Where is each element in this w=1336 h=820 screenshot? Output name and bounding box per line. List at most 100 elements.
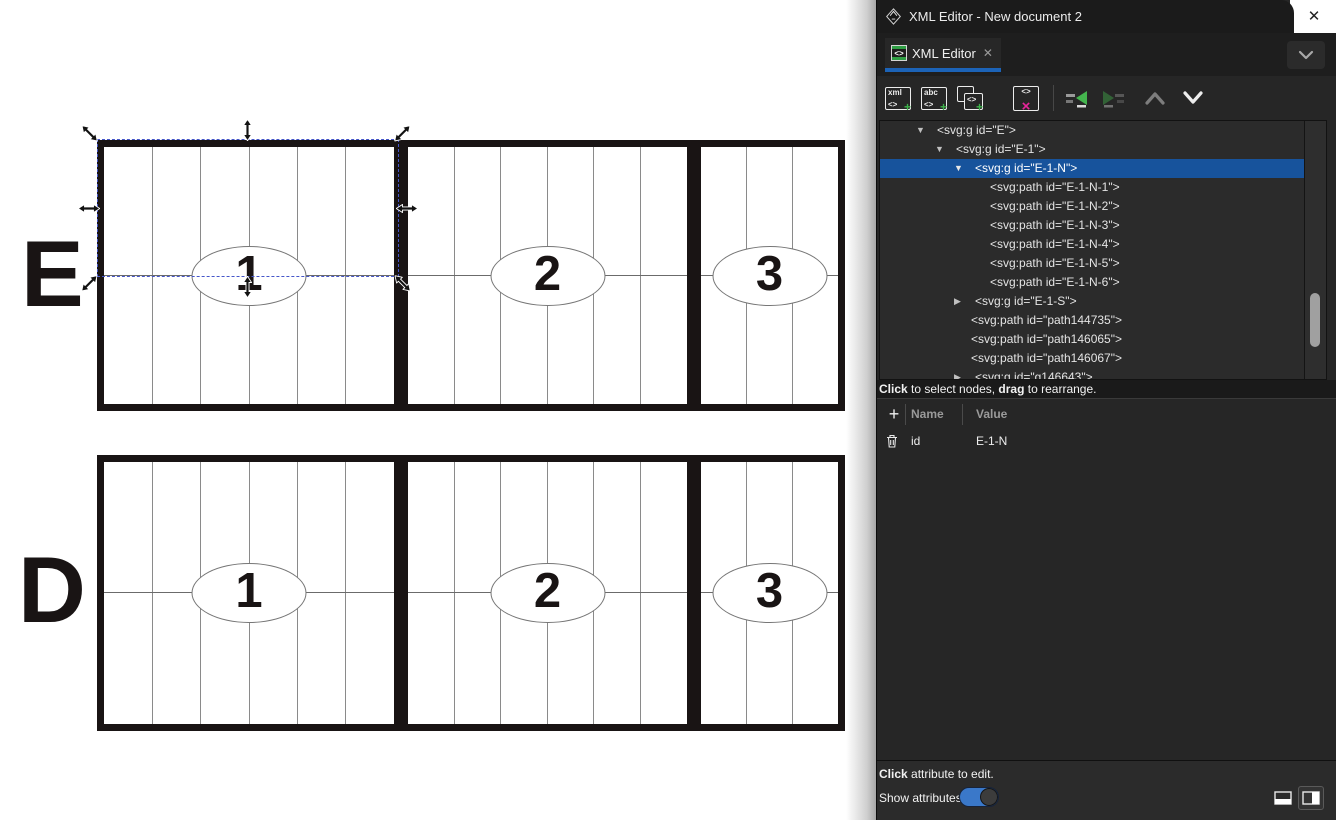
grid-rect-E-2[interactable]: 2: [401, 140, 694, 411]
drawing-canvas[interactable]: E123D123: [0, 0, 876, 820]
tab-label: XML Editor: [912, 46, 976, 61]
unindent-node-icon: [1065, 88, 1089, 108]
new-element-node-icon: xml <> +: [885, 87, 911, 110]
selection-dashed-outline: [97, 139, 399, 277]
attr-value-header: Value: [976, 407, 1007, 421]
xml-tree-row[interactable]: ▼<svg:g id="E-1">: [880, 140, 1306, 159]
indent-node-icon: [1101, 88, 1125, 108]
xml-node-label: <svg:path id="E-1-N-5">: [990, 254, 1120, 273]
expander-expanded-icon[interactable]: ▼: [935, 140, 956, 159]
new-text-node-icon: abc <> +: [921, 87, 947, 110]
tree-scrollbar-thumb[interactable]: [1310, 293, 1320, 347]
xml-toolbar: xml <> + abc <> + <> +: [877, 76, 1336, 120]
indent-node-button[interactable]: [1098, 83, 1128, 113]
canvas-row-label-D[interactable]: D: [18, 543, 86, 637]
number-ellipse[interactable]: 2: [490, 563, 605, 623]
unindent-node-button[interactable]: [1062, 83, 1092, 113]
expander-collapsed-icon[interactable]: ▶: [954, 368, 975, 380]
xml-node-label: <svg:path id="path146067">: [971, 349, 1122, 368]
layout-vertical-button[interactable]: [1298, 786, 1324, 810]
xml-tree-row[interactable]: <svg:path id="E-1-N-4">: [880, 235, 1306, 254]
xml-tree-row[interactable]: <svg:path id="path144735">: [880, 311, 1306, 330]
tree-scrollbar[interactable]: [1304, 121, 1326, 379]
expander-expanded-icon[interactable]: ▼: [916, 121, 937, 140]
xml-tree-row[interactable]: ▼<svg:g id="E">: [880, 121, 1306, 140]
tree-hint-text: Click to select nodes, drag to rearrange…: [877, 380, 1336, 399]
cell-number: 3: [756, 567, 783, 619]
duplicate-node-icon: <> +: [957, 86, 983, 110]
grid-rect-D-3[interactable]: 3: [694, 455, 845, 731]
canvas-row-label-E[interactable]: E: [21, 227, 84, 321]
xml-node-label: <svg:path id="E-1-N-1">: [990, 178, 1120, 197]
xml-node-label: <svg:path id="path144735">: [971, 311, 1122, 330]
xml-tree-row[interactable]: <svg:path id="E-1-N-3">: [880, 216, 1306, 235]
xml-tree-row[interactable]: <svg:path id="E-1-N-1">: [880, 178, 1306, 197]
number-ellipse[interactable]: 2: [490, 246, 605, 306]
column-line: [345, 462, 346, 724]
column-line: [454, 147, 455, 404]
number-ellipse[interactable]: 3: [712, 246, 827, 306]
tab-close-icon[interactable]: ✕: [983, 46, 993, 60]
new-element-node-button[interactable]: xml <> +: [883, 83, 913, 113]
xml-node-label: <svg:g id="g146643">: [975, 368, 1093, 380]
layout-switcher: [1268, 786, 1324, 810]
xml-tree-row[interactable]: <svg:path id="path146067">: [880, 349, 1306, 368]
selection-handle-right[interactable]: [396, 197, 418, 219]
add-attribute-button[interactable]: +: [883, 403, 905, 425]
column-line: [152, 462, 153, 724]
grid-rect-E-3[interactable]: 3: [694, 140, 845, 411]
number-ellipse[interactable]: 3: [712, 563, 827, 623]
xml-node-label: <svg:g id="E-1-S">: [975, 292, 1077, 311]
duplicate-node-button[interactable]: <> +: [955, 83, 985, 113]
xml-tree-row[interactable]: <svg:path id="E-1-N-6">: [880, 273, 1306, 292]
attribute-hint-text: Click attribute to edit.: [879, 767, 994, 781]
inkscape-logo-icon: [885, 8, 902, 25]
move-node-up-button[interactable]: [1140, 83, 1170, 113]
delete-node-button[interactable]: <> ×: [1011, 83, 1041, 113]
layout-horizontal-button[interactable]: [1271, 787, 1295, 809]
panel-footer: Click attribute to edit. Show attributes: [877, 760, 1336, 820]
xml-node-label: <svg:g id="E-1-N">: [975, 159, 1077, 178]
xml-editor-tab-icon: <>: [891, 45, 907, 61]
grid-rect-D-1[interactable]: 1: [97, 455, 401, 731]
number-ellipse[interactable]: 1: [192, 563, 307, 623]
attribute-value[interactable]: E-1-N: [976, 434, 1007, 448]
xml-node-label: <svg:path id="E-1-N-6">: [990, 273, 1120, 292]
xml-tree-row[interactable]: <svg:path id="E-1-N-5">: [880, 254, 1306, 273]
column-line: [640, 462, 641, 724]
expander-collapsed-icon[interactable]: ▶: [954, 292, 975, 311]
grid-rect-D-2[interactable]: 2: [401, 455, 694, 731]
show-attributes-label: Show attributes: [879, 791, 962, 805]
cell-number: 3: [756, 250, 783, 302]
move-node-down-button[interactable]: [1178, 83, 1208, 113]
toggle-knob: [980, 788, 998, 806]
xml-tree-row[interactable]: ▶<svg:g id="E-1-S">: [880, 292, 1306, 311]
arrow-down-icon: [1182, 91, 1204, 105]
expander-expanded-icon[interactable]: ▼: [954, 159, 975, 178]
new-text-node-button[interactable]: abc <> +: [919, 83, 949, 113]
delete-attribute-icon[interactable]: [886, 434, 898, 451]
xml-tree-row[interactable]: <svg:path id="path146065">: [880, 330, 1306, 349]
panel-menu-button[interactable]: [1287, 41, 1325, 69]
tab-xml-editor[interactable]: <> XML Editor ✕: [885, 38, 1001, 72]
delete-node-icon: <> ×: [1013, 86, 1039, 111]
xml-node-label: <svg:path id="E-1-N-2">: [990, 197, 1120, 216]
close-window-button[interactable]: ✕: [1302, 4, 1326, 28]
show-attributes-toggle[interactable]: [959, 787, 999, 807]
xml-tree-row[interactable]: ▶<svg:g id="g146643">: [880, 368, 1306, 380]
selection-handle-left[interactable]: [78, 197, 100, 219]
column-line: [454, 462, 455, 724]
dialog-titlebar[interactable]: XML Editor - New document 2: [877, 0, 1294, 33]
column-separator: [962, 404, 963, 425]
xml-node-label: <svg:path id="path146065">: [971, 330, 1122, 349]
xml-node-label: <svg:g id="E-1">: [956, 140, 1046, 159]
attribute-row[interactable]: id E-1-N: [877, 429, 1336, 454]
attribute-name[interactable]: id: [911, 434, 920, 448]
xml-node-tree: ▼<svg:g id="E">▼<svg:g id="E-1">▼<svg:g …: [879, 120, 1327, 380]
selection-handle-bottom[interactable]: [237, 276, 259, 298]
xml-tree-row[interactable]: ▼<svg:g id="E-1-N">: [880, 159, 1306, 178]
xml-node-label: <svg:path id="E-1-N-4">: [990, 235, 1120, 254]
selection-handle-top[interactable]: [237, 119, 259, 141]
inkscape-window: E123D123 ✕ XML Editor - New document 2 <…: [0, 0, 1336, 820]
xml-tree-row[interactable]: <svg:path id="E-1-N-2">: [880, 197, 1306, 216]
